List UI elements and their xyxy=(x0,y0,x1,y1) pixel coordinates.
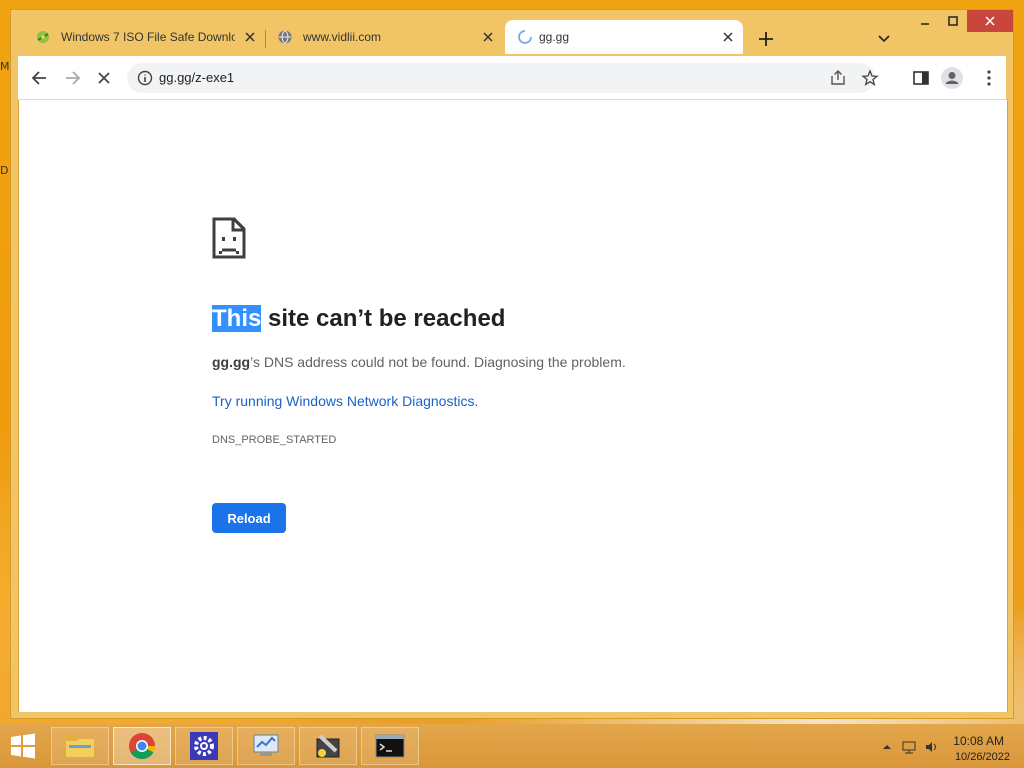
settings-icon xyxy=(190,732,218,760)
volume-icon[interactable] xyxy=(924,740,938,754)
address-bar[interactable]: gg.gg/z-exe1 xyxy=(127,63,879,93)
network-tray-icon[interactable] xyxy=(902,740,916,754)
error-description: gg.gg’s DNS address could not be found. … xyxy=(212,354,626,370)
side-panel-icon[interactable] xyxy=(911,68,931,88)
tab-close-icon[interactable] xyxy=(481,30,495,44)
browser-window: Windows 7 ISO File Safe Downlo www.vidli… xyxy=(11,10,1013,718)
profile-icon xyxy=(945,72,959,84)
link-period: . xyxy=(474,393,479,409)
error-host: gg.gg xyxy=(212,354,251,370)
selected-text: This xyxy=(212,305,262,332)
reload-button[interactable]: Reload xyxy=(212,503,286,533)
sad-page-icon xyxy=(212,217,246,259)
tool-icon xyxy=(316,734,340,758)
show-hidden-icons-icon[interactable] xyxy=(880,740,894,754)
site-info-icon[interactable] xyxy=(137,70,153,86)
tab-gg-gg[interactable]: gg.gg xyxy=(505,20,743,54)
tab-close-icon[interactable] xyxy=(721,30,735,44)
browser-toolbar: gg.gg/z-exe1 xyxy=(18,56,1006,100)
profile-avatar[interactable] xyxy=(941,67,963,89)
system-tray: 10:08 AM 10/26/2022 xyxy=(864,724,1024,768)
error-title-rest: site can’t be reached xyxy=(261,305,506,332)
taskbar-chrome[interactable] xyxy=(113,727,171,765)
tab-title: www.vidlii.com xyxy=(303,30,382,44)
command-prompt-icon xyxy=(375,734,405,758)
taskbar-file-explorer[interactable] xyxy=(51,727,109,765)
windows-start-icon[interactable] xyxy=(8,732,38,760)
network-icon xyxy=(253,734,279,756)
tab-title: Windows 7 ISO File Safe Downlo xyxy=(61,30,235,44)
taskbar-command-prompt[interactable] xyxy=(361,727,419,765)
clock-time[interactable]: 10:08 AM xyxy=(953,734,1004,748)
error-title: This site can’t be reached xyxy=(212,305,505,333)
globe-icon xyxy=(278,30,292,44)
bookmark-star-icon[interactable] xyxy=(861,69,879,87)
tab-strip: Windows 7 ISO File Safe Downlo www.vidli… xyxy=(11,18,1013,56)
taskbar-tool-app[interactable] xyxy=(299,727,357,765)
site-favicon xyxy=(37,31,49,43)
taskbar-network-monitor[interactable] xyxy=(237,727,295,765)
taskbar: 10:08 AM 10/26/2022 xyxy=(0,724,1024,768)
menu-kebab-icon[interactable] xyxy=(979,68,999,88)
taskbar-settings[interactable] xyxy=(175,727,233,765)
url-text[interactable]: gg.gg/z-exe1 xyxy=(159,70,234,85)
new-tab-icon[interactable] xyxy=(755,28,777,50)
error-description-text: ’s DNS address could not be found. Diagn… xyxy=(250,354,626,370)
stop-loading-icon[interactable] xyxy=(94,68,114,88)
tab-vidlii[interactable]: www.vidlii.com xyxy=(253,20,503,54)
share-icon[interactable] xyxy=(829,69,847,87)
file-explorer-icon xyxy=(66,736,94,757)
desktop-icon-label[interactable]: M xyxy=(0,60,10,73)
forward-icon[interactable] xyxy=(62,68,82,88)
tab-windows7-iso[interactable]: Windows 7 ISO File Safe Downlo xyxy=(11,20,265,54)
error-code: DNS_PROBE_STARTED xyxy=(212,434,337,446)
loading-spinner-icon xyxy=(518,30,532,44)
clock-date[interactable]: 10/26/2022 xyxy=(955,751,1010,763)
chevron-down-icon[interactable] xyxy=(875,30,893,48)
desktop-icon-label[interactable]: D xyxy=(0,164,8,177)
page-content: This site can’t be reached gg.gg’s DNS a… xyxy=(18,100,1008,712)
back-icon[interactable] xyxy=(30,68,50,88)
diagnostics-line: Try running Windows Network Diagnostics. xyxy=(212,393,478,409)
tab-title: gg.gg xyxy=(539,30,570,44)
network-diagnostics-link[interactable]: Try running Windows Network Diagnostics xyxy=(212,393,474,409)
chrome-icon xyxy=(129,733,156,760)
